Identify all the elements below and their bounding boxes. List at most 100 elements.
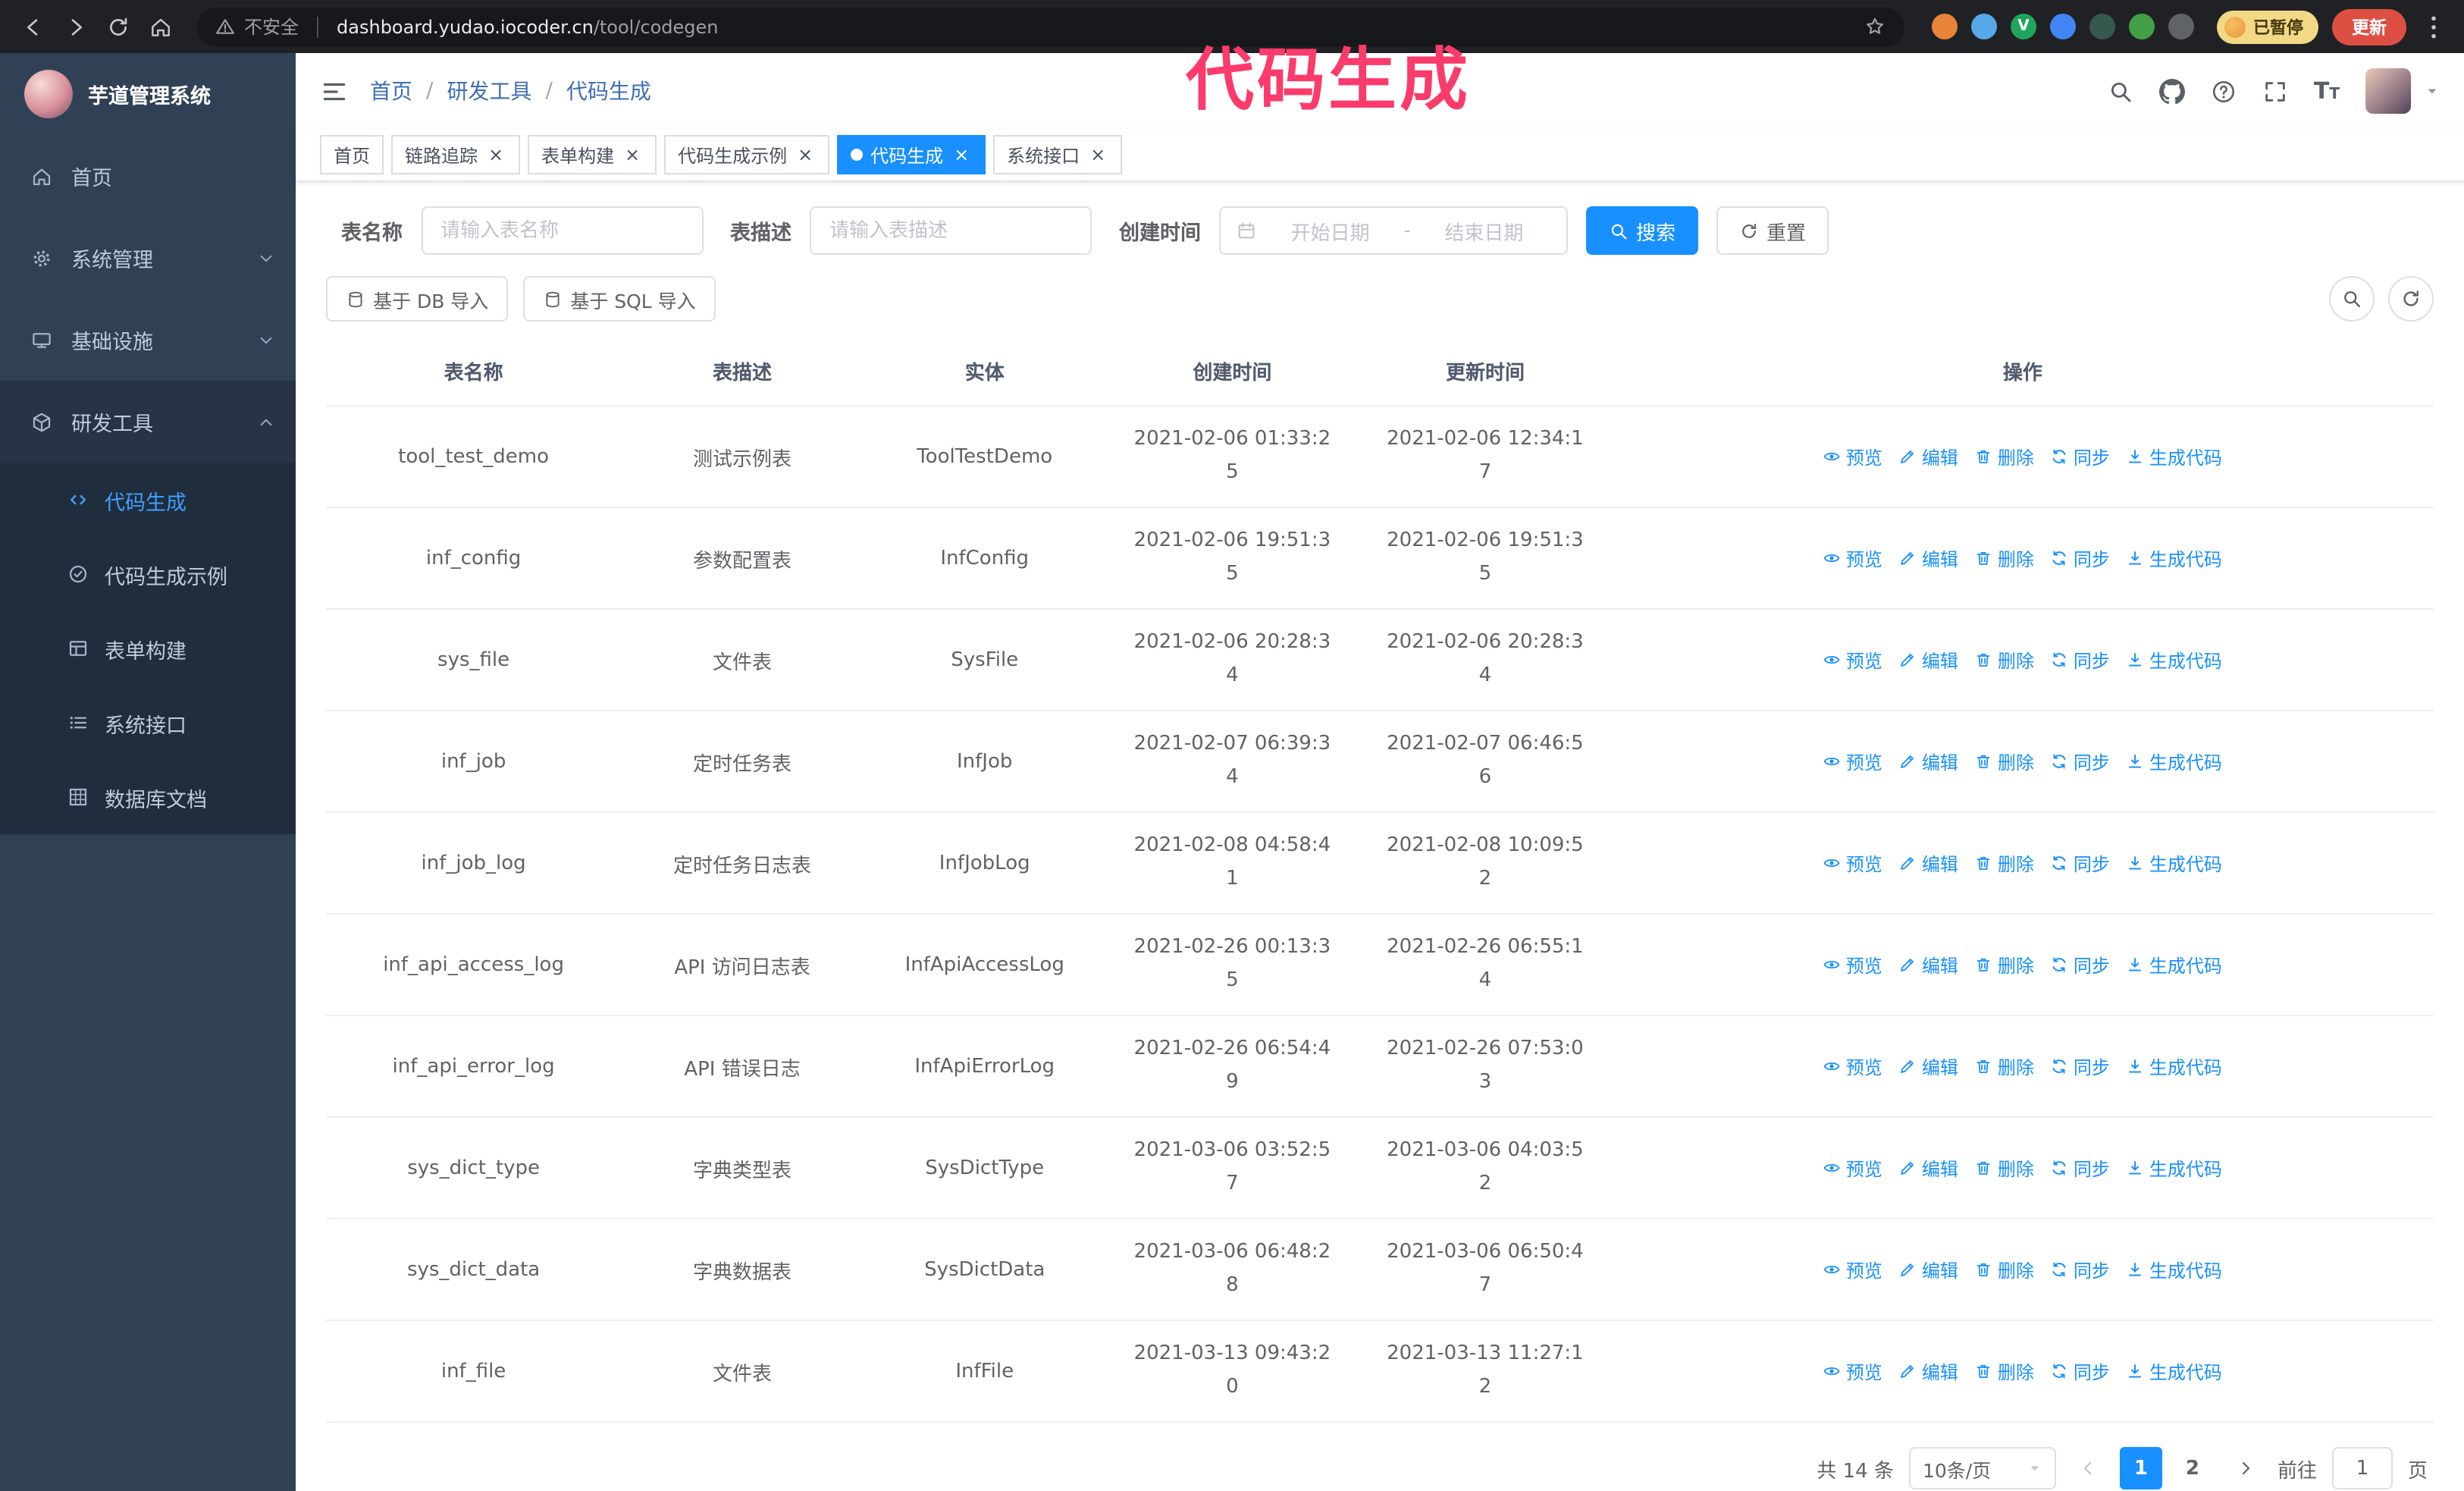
action-sync-link[interactable]: 同步	[2051, 444, 2110, 469]
action-delete-link[interactable]: 删除	[1975, 850, 2034, 876]
action-preview-link[interactable]: 预览	[1823, 647, 1882, 673]
user-avatar[interactable]	[2365, 68, 2411, 114]
action-sync-link[interactable]: 同步	[2051, 749, 2110, 774]
app-logo[interactable]: 芋道管理系统	[0, 53, 296, 135]
action-preview-link[interactable]: 预览	[1823, 545, 1882, 571]
table-name-input[interactable]	[421, 206, 703, 255]
browser-refresh-icon[interactable]	[100, 8, 136, 45]
tab-close-icon[interactable]: ×	[485, 144, 506, 165]
sidebar-subitem-1[interactable]: 代码生成示例	[0, 537, 296, 611]
action-sync-link[interactable]: 同步	[2051, 952, 2110, 978]
github-icon[interactable]	[2158, 78, 2185, 104]
bookmark-star-icon[interactable]	[1864, 15, 1886, 38]
action-sync-link[interactable]: 同步	[2051, 1155, 2110, 1181]
action-preview-link[interactable]: 预览	[1823, 1155, 1882, 1181]
tab-close-icon[interactable]: ×	[951, 144, 972, 165]
action-delete-link[interactable]: 删除	[1975, 1155, 2034, 1181]
date-range-picker[interactable]: 开始日期 - 结束日期	[1219, 206, 1568, 255]
font-size-icon[interactable]: TT	[2314, 79, 2340, 102]
toggle-search-button[interactable]	[2329, 276, 2375, 322]
extension-leaf-icon[interactable]	[2129, 14, 2155, 39]
action-generate-code-link[interactable]: 生成代码	[2127, 545, 2222, 571]
action-edit-link[interactable]: 编辑	[1899, 444, 1958, 469]
action-sync-link[interactable]: 同步	[2051, 545, 2110, 571]
address-bar[interactable]: 不安全 dashboard.yudao.iocoder.cn/tool/code…	[197, 7, 1904, 46]
action-delete-link[interactable]: 删除	[1975, 444, 2034, 469]
extension-dark-green-icon[interactable]	[2089, 14, 2115, 39]
page-number-1[interactable]: 1	[2119, 1447, 2162, 1489]
page-number-2[interactable]: 2	[2171, 1447, 2214, 1489]
action-preview-link[interactable]: 预览	[1823, 444, 1882, 469]
hamburger-icon[interactable]	[320, 77, 349, 105]
action-delete-link[interactable]: 删除	[1975, 1053, 2034, 1079]
action-generate-code-link[interactable]: 生成代码	[2127, 749, 2222, 774]
search-button[interactable]: 搜索	[1586, 206, 1699, 255]
action-edit-link[interactable]: 编辑	[1899, 1053, 1958, 1079]
tab-0[interactable]: 首页	[320, 135, 384, 174]
action-sync-link[interactable]: 同步	[2051, 647, 2110, 673]
action-generate-code-link[interactable]: 生成代码	[2127, 1257, 2222, 1282]
avatar-caret-icon[interactable]	[2425, 83, 2440, 99]
action-edit-link[interactable]: 编辑	[1899, 850, 1958, 876]
sidebar-item-3[interactable]: 研发工具	[0, 381, 296, 463]
action-delete-link[interactable]: 删除	[1975, 952, 2034, 978]
action-preview-link[interactable]: 预览	[1823, 749, 1882, 774]
action-generate-code-link[interactable]: 生成代码	[2127, 1053, 2222, 1079]
browser-forward-icon[interactable]	[58, 8, 94, 45]
breadcrumb-home[interactable]: 首页	[370, 76, 412, 106]
refresh-table-button[interactable]	[2388, 276, 2434, 322]
tab-close-icon[interactable]: ×	[622, 144, 643, 165]
browser-update-button[interactable]: 更新	[2332, 8, 2406, 45]
action-delete-link[interactable]: 删除	[1975, 1257, 2034, 1282]
action-sync-link[interactable]: 同步	[2051, 1053, 2110, 1079]
action-sync-link[interactable]: 同步	[2051, 1358, 2110, 1384]
action-edit-link[interactable]: 编辑	[1899, 545, 1958, 571]
table-desc-input[interactable]	[810, 206, 1092, 255]
import-db-button[interactable]: 基于 DB 导入	[326, 276, 509, 322]
action-delete-link[interactable]: 删除	[1975, 545, 2034, 571]
action-edit-link[interactable]: 编辑	[1899, 1155, 1958, 1181]
fullscreen-icon[interactable]	[2262, 78, 2288, 104]
action-preview-link[interactable]: 预览	[1823, 952, 1882, 978]
action-generate-code-link[interactable]: 生成代码	[2127, 850, 2222, 876]
next-page-button[interactable]	[2229, 1447, 2262, 1489]
action-preview-link[interactable]: 预览	[1823, 1053, 1882, 1079]
browser-back-icon[interactable]	[15, 8, 52, 45]
sidebar-subitem-4[interactable]: 数据库文档	[0, 760, 296, 834]
action-sync-link[interactable]: 同步	[2051, 1257, 2110, 1282]
sidebar-item-2[interactable]: 基础设施	[0, 299, 296, 381]
sidebar-item-1[interactable]: 系统管理	[0, 217, 296, 299]
action-preview-link[interactable]: 预览	[1823, 850, 1882, 876]
tab-1[interactable]: 链路追踪 ×	[391, 135, 521, 174]
tab-4[interactable]: 代码生成 ×	[837, 135, 986, 174]
extension-green-v-icon[interactable]: V	[2011, 14, 2036, 39]
sidebar-subitem-0[interactable]: 代码生成	[0, 463, 296, 537]
sidebar-subitem-3[interactable]: 系统接口	[0, 686, 296, 760]
action-edit-link[interactable]: 编辑	[1899, 1358, 1958, 1384]
browser-menu-icon[interactable]	[2419, 11, 2449, 42]
action-generate-code-link[interactable]: 生成代码	[2127, 1358, 2222, 1384]
action-preview-link[interactable]: 预览	[1823, 1358, 1882, 1384]
extension-people-icon[interactable]	[2050, 14, 2076, 39]
action-delete-link[interactable]: 删除	[1975, 1358, 2034, 1384]
action-edit-link[interactable]: 编辑	[1899, 1257, 1958, 1282]
tab-3[interactable]: 代码生成示例 ×	[664, 135, 830, 174]
reset-button[interactable]: 重置	[1716, 206, 1829, 255]
sidebar-subitem-2[interactable]: 表单构建	[0, 611, 296, 686]
action-preview-link[interactable]: 预览	[1823, 1257, 1882, 1282]
action-generate-code-link[interactable]: 生成代码	[2127, 1155, 2222, 1181]
import-sql-button[interactable]: 基于 SQL 导入	[523, 276, 716, 322]
tab-close-icon[interactable]: ×	[1087, 144, 1108, 165]
tab-2[interactable]: 表单构建 ×	[528, 135, 657, 174]
browser-home-icon[interactable]	[143, 8, 179, 45]
extension-gray-icon[interactable]	[2168, 14, 2194, 39]
action-delete-link[interactable]: 删除	[1975, 647, 2034, 673]
prev-page-button[interactable]	[2071, 1447, 2105, 1489]
breadcrumb-dev-tools[interactable]: 研发工具	[447, 76, 531, 106]
tab-close-icon[interactable]: ×	[795, 144, 816, 165]
action-generate-code-link[interactable]: 生成代码	[2127, 444, 2222, 469]
extension-blue-icon[interactable]	[1971, 14, 1997, 39]
action-generate-code-link[interactable]: 生成代码	[2127, 952, 2222, 978]
action-sync-link[interactable]: 同步	[2051, 850, 2110, 876]
page-size-select[interactable]: 10条/页	[1908, 1447, 2056, 1489]
